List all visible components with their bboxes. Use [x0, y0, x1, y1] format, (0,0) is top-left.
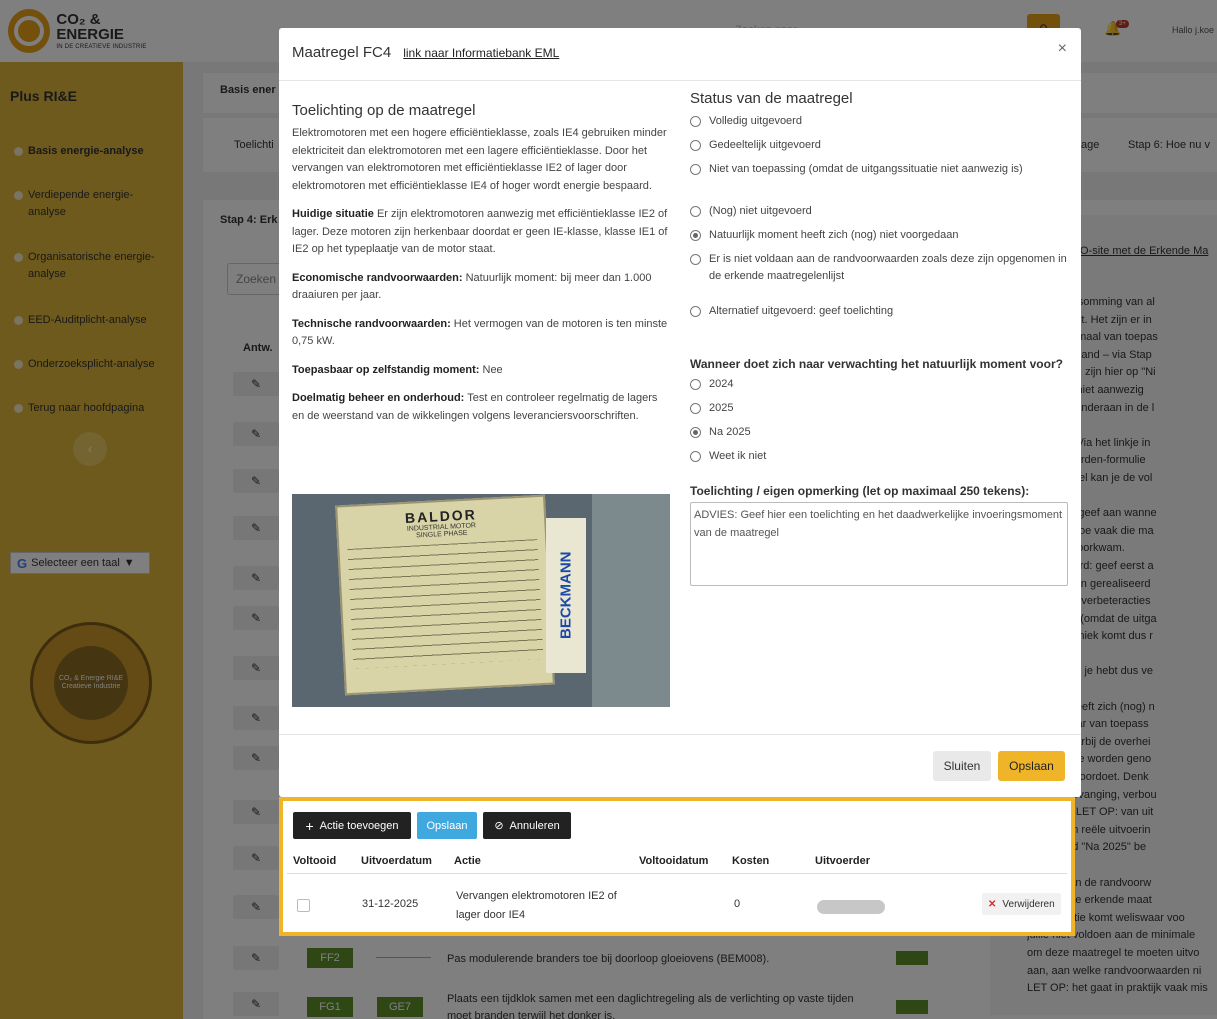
plus-icon: +: [305, 817, 314, 834]
action-text[interactable]: Vervangen elektromotoren IE2 of lager do…: [456, 887, 636, 925]
divider: [287, 873, 1067, 874]
radio-label: Er is niet voldaan aan de randvoorwaarde…: [709, 253, 1067, 282]
add-action-button[interactable]: + Actie toevoegen: [293, 812, 411, 839]
status-column: Status van de maatregel Volledig uitgevo…: [690, 90, 1070, 589]
column-header-uitvoerdatum: Uitvoerdatum: [361, 855, 432, 867]
column-header-voltooid: Voltooid: [293, 855, 337, 867]
modal-title: Maatregel FC4: [292, 44, 392, 61]
explanation-column: Toelichting op de maatregel Elektromotor…: [292, 102, 672, 436]
motor-photo: BALDOR INDUSTRIAL MOTOR SINGLE PHASE BEC…: [292, 494, 670, 707]
explanation-title: Toelichting op de maatregel: [292, 102, 476, 119]
paragraph-zelfstandig: Toepasbaar op zelfstandig moment: Nee: [292, 363, 503, 376]
status-option[interactable]: (Nog) niet uitgevoerd: [690, 203, 1070, 220]
radio-button[interactable]: [690, 164, 701, 175]
measure-modal: Maatregel FC4 link naar Informatiebank E…: [279, 28, 1081, 797]
radio-button[interactable]: [690, 206, 701, 217]
actions-panel: + Actie toevoegen Opslaan ⊘ Annuleren Vo…: [279, 797, 1075, 936]
cancel-button[interactable]: ⊘ Annuleren: [483, 812, 571, 839]
when-option[interactable]: 2025: [690, 400, 1070, 417]
paragraph-huidige-situatie: Huidige situatie Er zijn elektromotoren …: [292, 208, 668, 255]
status-option[interactable]: Volledig uitgevoerd: [690, 113, 1070, 130]
paragraph-economische: Economische randvoorwaarden: Natuurlijk …: [292, 271, 652, 302]
radio-button[interactable]: [690, 379, 701, 390]
radio-label: 2025: [709, 402, 734, 414]
radio-label: Niet van toepassing (omdat de uitgangssi…: [709, 163, 1023, 175]
delete-action-button[interactable]: ✕ Verwijderen: [982, 893, 1061, 915]
save-button[interactable]: Opslaan: [998, 751, 1065, 781]
intro-paragraph: Elektromotoren met een hogere efficiënti…: [292, 127, 667, 192]
column-header-actie: Actie: [454, 855, 481, 867]
modal-header: Maatregel FC4 link naar Informatiebank E…: [292, 44, 559, 61]
radio-label: Na 2025: [709, 426, 751, 438]
execution-date[interactable]: 31-12-2025: [362, 898, 418, 910]
action-cost[interactable]: 0: [734, 898, 740, 910]
radio-button[interactable]: [690, 306, 701, 317]
status-option[interactable]: Gedeeltelijk uitgevoerd: [690, 137, 1070, 154]
column-header-uitvoerder: Uitvoerder: [815, 855, 871, 867]
status-option[interactable]: Er is niet voldaan aan de randvoorwaarde…: [690, 251, 1070, 285]
save-actions-button[interactable]: Opslaan: [417, 812, 477, 839]
close-button[interactable]: Sluiten: [933, 751, 991, 781]
completed-checkbox[interactable]: [297, 899, 310, 912]
radio-label: 2024: [709, 378, 734, 390]
eml-info-link[interactable]: link naar Informatiebank EML: [403, 46, 559, 60]
status-title: Status van de maatregel: [690, 90, 853, 107]
column-header-voltooidatum: Voltooidatum: [639, 855, 709, 867]
close-icon[interactable]: ×: [1058, 40, 1067, 58]
when-radio-group: 2024 2025 Na 2025 Weet ik niet: [690, 376, 1070, 465]
radio-button[interactable]: [690, 116, 701, 127]
radio-button[interactable]: [690, 451, 701, 462]
when-option[interactable]: Na 2025: [690, 424, 1070, 441]
radio-label: Natuurlijk moment heeft zich (nog) niet …: [709, 229, 959, 241]
radio-label: Volledig uitgevoerd: [709, 115, 802, 127]
status-option[interactable]: Alternatief uitgevoerd: geef toelichting: [690, 303, 1070, 320]
radio-button[interactable]: [690, 427, 701, 438]
status-option[interactable]: Natuurlijk moment heeft zich (nog) niet …: [690, 227, 1070, 244]
radio-button[interactable]: [690, 403, 701, 414]
motor-nameplate: BALDOR INDUSTRIAL MOTOR SINGLE PHASE: [335, 494, 555, 696]
radio-label: Gedeeltelijk uitgevoerd: [709, 139, 821, 151]
radio-button[interactable]: [690, 254, 701, 265]
executor-field[interactable]: [817, 900, 885, 914]
radio-label: Alternatief uitgevoerd: geef toelichting: [709, 305, 894, 317]
when-option[interactable]: 2024: [690, 376, 1070, 393]
paragraph-onderhoud: Doelmatig beheer en onderhoud: Test en c…: [292, 392, 658, 422]
column-header-kosten: Kosten: [732, 855, 770, 867]
radio-label: (Nog) niet uitgevoerd: [709, 205, 812, 217]
radio-button[interactable]: [690, 140, 701, 151]
radio-label: Weet ik niet: [709, 450, 767, 462]
paragraph-technische: Technische randvoorwaarden: Het vermogen…: [292, 317, 668, 348]
remark-textarea[interactable]: ADVIES: Geef hier een toelichting en het…: [690, 502, 1068, 586]
status-radio-group: Volledig uitgevoerd Gedeeltelijk uitgevoe…: [690, 113, 1070, 320]
when-option[interactable]: Weet ik niet: [690, 448, 1070, 465]
motor-label: BECKMANN: [546, 518, 586, 673]
when-question: Wanneer doet zich naar verwachting het n…: [690, 357, 1063, 371]
cancel-icon: ⊘: [494, 820, 504, 832]
radio-button[interactable]: [690, 230, 701, 241]
status-option[interactable]: Niet van toepassing (omdat de uitgangssi…: [690, 161, 1070, 178]
remark-label: Toelichting / eigen opmerking (let op ma…: [690, 484, 1030, 498]
divider: [279, 80, 1081, 81]
divider: [279, 734, 1081, 735]
close-icon: ✕: [988, 898, 997, 910]
motor-body: [592, 494, 670, 707]
